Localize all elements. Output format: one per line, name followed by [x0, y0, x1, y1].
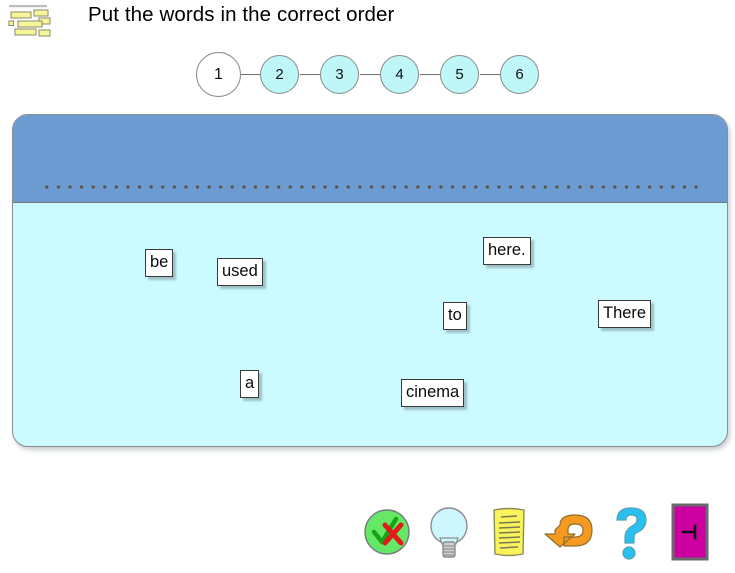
step-circle-1[interactable]: 1 [196, 52, 241, 97]
word-tile[interactable]: here. [483, 237, 531, 265]
check-answer-button[interactable] [360, 503, 414, 561]
word-tile[interactable]: There [598, 300, 652, 328]
step-connector [480, 74, 500, 75]
exit-door-icon [671, 503, 709, 561]
check-cross-circle-icon [364, 509, 410, 555]
word-tile[interactable]: be [145, 249, 174, 277]
step-connector [420, 74, 440, 75]
page-title: Put the words in the correct order [88, 3, 395, 26]
word-order-activity-icon [6, 3, 54, 39]
word-tile[interactable]: used [217, 258, 263, 286]
exit-button[interactable] [665, 503, 719, 561]
app-header: Put the words in the correct order [0, 0, 735, 46]
step-connector [300, 74, 320, 75]
step-circle-2[interactable]: 2 [260, 55, 299, 94]
undo-arrow-icon [544, 514, 593, 548]
step-circle-3[interactable]: 3 [320, 55, 359, 94]
lightbulb-icon [430, 507, 468, 558]
answer-drop-area[interactable] [13, 115, 727, 203]
step-connector [360, 74, 380, 75]
activity-toolbar [360, 503, 720, 565]
step-circle-5[interactable]: 5 [440, 55, 479, 94]
step-circle-4[interactable]: 4 [380, 55, 419, 94]
help-button[interactable] [605, 503, 659, 561]
note-page-icon [493, 507, 525, 557]
word-tile[interactable]: cinema [401, 379, 465, 407]
hint-button[interactable] [422, 503, 476, 561]
step-circle-6[interactable]: 6 [500, 55, 539, 94]
progress-steps: 1 2 3 4 5 6 [196, 52, 541, 98]
word-tile[interactable]: a [240, 370, 260, 398]
undo-button[interactable] [542, 503, 596, 561]
answer-dotted-line [41, 185, 701, 189]
question-mark-icon [616, 507, 647, 560]
notes-button[interactable] [482, 503, 536, 561]
activity-panel: be used here. to There a cinema [12, 114, 728, 447]
word-tile[interactable]: to [443, 302, 467, 330]
word-bank: be used here. to There a cinema [13, 204, 727, 446]
step-connector [240, 74, 260, 75]
